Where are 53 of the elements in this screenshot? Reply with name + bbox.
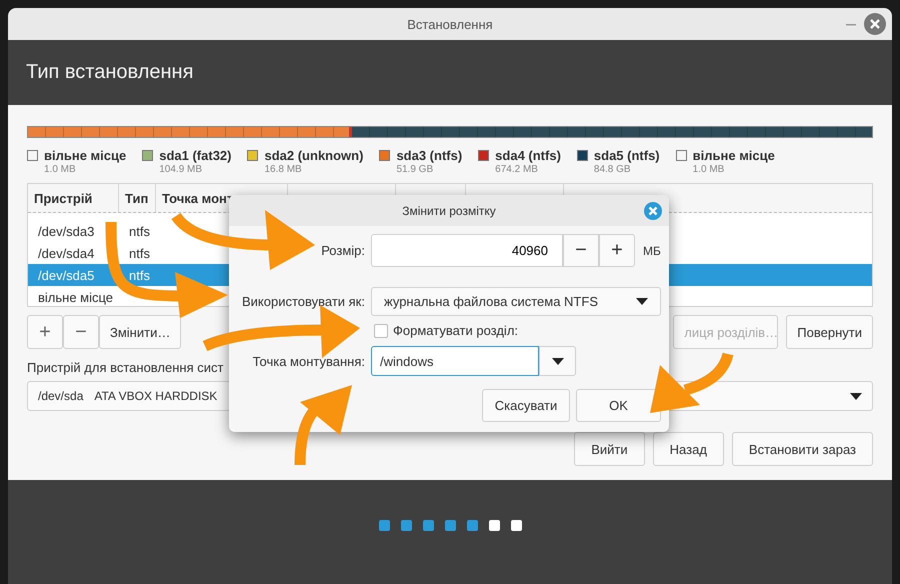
legend-label: sda1 (fat32) — [159, 148, 232, 163]
revert-button[interactable]: Повернути — [786, 315, 873, 349]
column-header[interactable]: Пристрій — [28, 184, 119, 212]
close-icon[interactable] — [644, 202, 662, 220]
caret-icon — [552, 358, 564, 364]
format-label: Форматувати розділ: — [393, 323, 518, 338]
dialog-title: Змінити розмітку — [402, 204, 496, 218]
mount-dropdown-button[interactable] — [539, 346, 576, 376]
legend-size: 104.9 MB — [159, 164, 204, 175]
size-label: Розмір: — [320, 243, 365, 258]
change-button[interactable]: Змінити… — [99, 315, 182, 349]
nav-button[interactable]: Встановити зараз — [732, 432, 873, 466]
window-title: Встановлення — [407, 16, 493, 32]
caret-icon — [636, 298, 648, 305]
mount-point-field[interactable]: /windows — [371, 346, 539, 376]
caret-icon — [850, 392, 862, 400]
ok-button[interactable]: OK — [576, 389, 661, 422]
increase-button[interactable]: + — [599, 234, 635, 267]
unit-label: МБ — [643, 244, 661, 258]
type-cell-text: ntfs — [128, 224, 150, 238]
partition-action-button[interactable]: + — [27, 315, 63, 349]
mount-label: Точка монтування: — [252, 354, 365, 368]
legend-size: 1.0 MB — [692, 164, 726, 175]
cancel-button[interactable]: Скасувати — [482, 389, 570, 422]
legend-label: sda2 (unknown) — [264, 148, 364, 163]
legend-label: sda4 (ntfs) — [495, 148, 561, 163]
device-cell-text: /dev/sda5 — [37, 268, 96, 282]
page-heading: Тип встановлення — [26, 61, 194, 84]
legend-label: вільне місце — [692, 148, 775, 163]
legend-size: 16.8 MB — [264, 164, 303, 175]
use-as-label: Використовувати як: — [240, 294, 365, 309]
legend-label: вільне місце — [44, 148, 126, 163]
nav-button[interactable]: Вийти — [574, 432, 645, 466]
legend-label: sda3 (ntfs) — [396, 148, 462, 163]
decrease-button[interactable]: − — [563, 234, 599, 267]
legend-size: 1.0 MB — [44, 164, 77, 175]
size-field[interactable]: 40960 — [371, 234, 563, 267]
type-cell-text: ntfs — [128, 246, 150, 260]
legend-size: 674.2 MB — [495, 164, 539, 175]
partition-action-button[interactable]: − — [63, 315, 99, 349]
legend-size: 51.9 GB — [396, 164, 434, 175]
nav-button[interactable]: Назад — [652, 432, 724, 466]
device-cell-text: /dev/sda3 — [37, 224, 96, 238]
device-label: Пристрій для встановлення сист — [27, 360, 224, 375]
legend-size: 84.8 GB — [594, 164, 632, 175]
close-icon[interactable] — [864, 13, 886, 35]
legend-label: sda5 (ntfs) — [594, 148, 660, 163]
minimize-icon[interactable] — [846, 22, 856, 26]
column-header[interactable]: Тип — [119, 184, 156, 212]
device-cell-text: /dev/sda4 — [37, 246, 96, 260]
format-checkbox[interactable] — [374, 324, 388, 338]
type-cell-text: ntfs — [128, 268, 150, 282]
filesystem-dropdown[interactable]: журнальна файлова система NTFS — [371, 287, 661, 316]
